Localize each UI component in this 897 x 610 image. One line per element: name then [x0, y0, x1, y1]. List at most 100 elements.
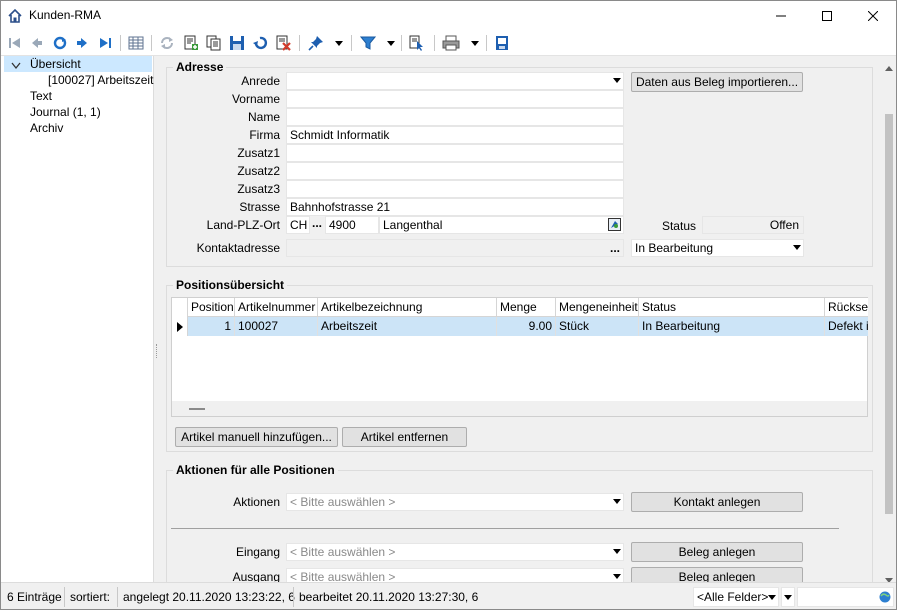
tree-item-text[interactable]: Text: [30, 88, 52, 104]
kontaktadresse-field[interactable]: ...: [286, 239, 624, 257]
zusatz1-field[interactable]: [286, 144, 624, 162]
field-filter-dropdown-button[interactable]: [781, 587, 795, 607]
firma-field[interactable]: Schmidt Informatik: [286, 126, 624, 144]
aktionen-label: Aktionen: [233, 495, 280, 509]
eingang-select[interactable]: < Bitte auswählen >: [286, 543, 624, 561]
bearbeitung-select[interactable]: In Bearbeitung: [631, 239, 804, 257]
first-record-icon[interactable]: [6, 34, 24, 52]
print-dropdown-icon[interactable]: [470, 34, 480, 52]
anrede-label: Anrede: [241, 74, 280, 88]
main-content: Adresse Anrede Daten aus Beleg importier…: [160, 56, 882, 582]
copy-document-icon[interactable]: [205, 34, 223, 52]
scroll-up-icon[interactable]: [885, 60, 893, 74]
column-header-status[interactable]: Status: [639, 298, 825, 317]
pin-icon[interactable]: [307, 34, 325, 52]
delete-icon[interactable]: [274, 34, 292, 52]
chevron-down-icon[interactable]: [11, 59, 21, 73]
export-icon[interactable]: [493, 34, 511, 52]
ausgang-select[interactable]: < Bitte auswählen >: [286, 568, 624, 582]
vorname-field[interactable]: [286, 90, 624, 108]
aktionen-group: [166, 470, 873, 582]
zusatz2-field[interactable]: [286, 162, 624, 180]
cell-ruecksendegrund[interactable]: Defekt in: [825, 317, 868, 336]
plz-field[interactable]: 4900: [325, 216, 379, 234]
filter-dropdown-icon[interactable]: [386, 34, 396, 52]
cell-mengeneinheit[interactable]: Stück: [556, 317, 639, 336]
create-contact-button[interactable]: Kontakt anlegen: [631, 492, 803, 512]
column-header-ruecksendegrund[interactable]: Rücksen: [825, 298, 868, 317]
document-pointer-icon[interactable]: [408, 34, 426, 52]
table-scrollbar-thumb[interactable]: [189, 408, 205, 410]
tree-item-uebersicht[interactable]: Übersicht: [30, 56, 81, 72]
vorname-label: Vorname: [231, 92, 280, 106]
aktionen-title: Aktionen für alle Positionen: [173, 463, 338, 477]
edited-info: bearbeitet 20.11.2020 13:27:30, 6: [293, 587, 478, 607]
filter-icon[interactable]: [359, 34, 377, 52]
strasse-field[interactable]: Bahnhofstrasse 21: [286, 198, 624, 216]
aktionen-select[interactable]: < Bitte auswählen >: [286, 493, 624, 511]
column-header-artikelbezeichnung[interactable]: Artikelbezeichnung: [318, 298, 497, 317]
maximize-icon: [822, 11, 832, 21]
ort-field[interactable]: Langenthal: [379, 216, 624, 234]
created-info: angelegt 20.11.2020 13:23:22, 6: [117, 587, 295, 607]
column-header-position[interactable]: Position: [188, 298, 235, 317]
tree-item-position[interactable]: [100027] Arbeitszeit: [48, 72, 153, 88]
chevron-down-icon: [793, 245, 801, 250]
table-view-icon[interactable]: [127, 34, 145, 52]
kontaktadresse-lookup-button[interactable]: ...: [610, 240, 620, 256]
save-icon[interactable]: [228, 34, 246, 52]
zusatz2-label: Zusatz2: [237, 164, 280, 178]
map-pin-icon[interactable]: [608, 218, 621, 233]
land-field[interactable]: CH: [286, 216, 310, 234]
print-icon[interactable]: [442, 34, 460, 52]
anrede-select[interactable]: [286, 72, 624, 90]
vertical-scrollbar-thumb[interactable]: [885, 114, 893, 514]
add-article-manually-button[interactable]: Artikel manuell hinzufügen...: [175, 427, 338, 447]
minimize-icon: [776, 15, 786, 17]
chevron-down-icon: [613, 549, 621, 554]
cell-artikelbezeichnung[interactable]: Arbeitszeit: [318, 317, 497, 336]
house-icon: [7, 8, 23, 24]
pin-dropdown-icon[interactable]: [334, 34, 344, 52]
status-bar: 6 Einträge sortiert: angelegt 20.11.2020…: [1, 582, 896, 609]
undo-icon[interactable]: [251, 34, 269, 52]
name-label: Name: [247, 110, 280, 124]
ausgang-label: Ausgang: [232, 570, 280, 582]
minimize-button[interactable]: [758, 1, 804, 31]
zusatz3-field[interactable]: [286, 180, 624, 198]
cell-artikelnummer[interactable]: 100027: [235, 317, 318, 336]
refresh-circle-icon[interactable]: [51, 34, 69, 52]
last-record-icon[interactable]: [96, 34, 114, 52]
tree-item-journal[interactable]: Journal (1, 1): [30, 104, 101, 120]
land-lookup-button[interactable]: ...: [310, 216, 324, 234]
close-button[interactable]: [850, 1, 896, 31]
create-shipping-document-button[interactable]: Beleg anlegen: [631, 567, 803, 582]
cell-position[interactable]: 1: [188, 317, 235, 336]
record-count: 6 Einträge: [7, 590, 62, 604]
tree-item-archiv[interactable]: Archiv: [30, 120, 63, 136]
next-record-icon[interactable]: [73, 34, 91, 52]
divider: [171, 528, 839, 529]
navigation-tree: Übersicht [100027] Arbeitszeit Text Jour…: [1, 56, 154, 582]
kontaktadresse-label: Kontaktadresse: [196, 241, 280, 255]
column-header-mengeneinheit[interactable]: Mengeneinheit: [556, 298, 639, 317]
maximize-button[interactable]: [804, 1, 850, 31]
splitter-grip[interactable]: [156, 344, 158, 358]
previous-record-icon[interactable]: [28, 34, 46, 52]
field-filter-select[interactable]: <Alle Felder>: [693, 587, 779, 607]
remove-article-button[interactable]: Artikel entfernen: [342, 427, 467, 447]
globe-search-icon[interactable]: [879, 591, 891, 606]
search-input[interactable]: [797, 587, 894, 607]
name-field[interactable]: [286, 108, 624, 126]
column-header-artikelnummer[interactable]: Artikelnummer: [235, 298, 318, 317]
create-receipt-document-button[interactable]: Beleg anlegen: [631, 542, 803, 562]
cell-status[interactable]: In Bearbeitung: [639, 317, 825, 336]
import-from-document-button[interactable]: Daten aus Beleg importieren...: [631, 72, 803, 92]
new-document-icon[interactable]: [182, 34, 200, 52]
cell-menge[interactable]: 9.00: [497, 317, 556, 336]
reload-icon[interactable]: [158, 34, 176, 52]
table-horizontal-scrollbar[interactable]: [172, 401, 867, 416]
status-label: Status: [661, 219, 696, 233]
column-header-menge[interactable]: Menge: [497, 298, 556, 317]
application-window: Kunden-RMA Übersicht [100027] Arbeitszei…: [0, 0, 897, 610]
